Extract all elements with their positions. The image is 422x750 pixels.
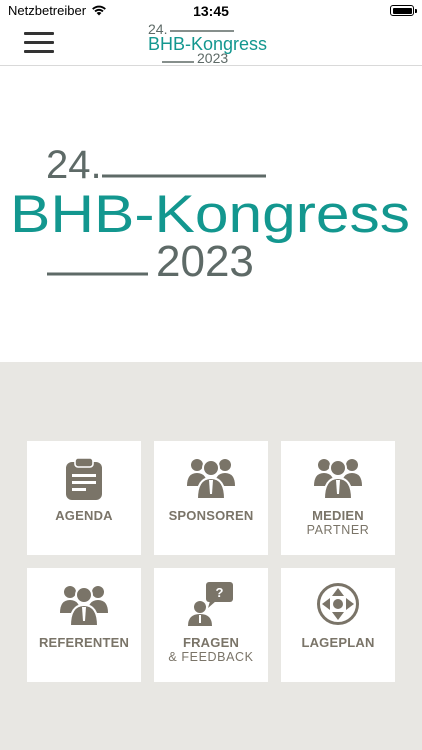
tile-fragen-label: FRAGEN [182, 635, 240, 650]
header-logo-line3: 2023 [197, 50, 228, 66]
tile-sponsoren-label: SPONSOREN [168, 508, 254, 523]
hero-banner: 24. BHB-Kongress 2023 [0, 66, 422, 362]
tile-referenten-label: REFERENTEN [38, 635, 130, 650]
navigation-bar: 24. BHB-Kongress 2023 [0, 21, 422, 66]
tile-agenda-label: AGENDA [55, 508, 113, 523]
tile-lageplan[interactable]: LAGEPLAN [281, 568, 395, 682]
people-group-icon [60, 586, 108, 627]
hero-logo-line3: 2023 [156, 237, 254, 286]
hero-logo-line2: BHB-Kongress [10, 185, 410, 244]
tile-referenten[interactable]: REFERENTEN [27, 568, 141, 682]
compass-icon [317, 583, 359, 625]
battery-icon [390, 5, 417, 16]
tile-medien-label: MEDIEN [312, 508, 364, 523]
tile-sponsoren[interactable]: SPONSOREN [154, 441, 268, 555]
app-screen: Netzbetreiber 13:45 24. BHB-Kongress 202… [0, 0, 422, 750]
tile-agenda[interactable]: AGENDA [27, 441, 141, 555]
svg-text:?: ? [216, 585, 224, 600]
hero-logo: 24. BHB-Kongress 2023 [10, 143, 410, 286]
hamburger-menu-icon[interactable] [24, 32, 54, 54]
hero-logo-line1: 24. [46, 143, 102, 187]
tile-fragen-sublabel: & FEEDBACK [168, 650, 254, 664]
tile-lageplan-label: LAGEPLAN [301, 635, 375, 650]
question-bubble-icon: ? [188, 582, 233, 626]
header-logo: 24. BHB-Kongress 2023 [148, 21, 267, 66]
clock: 13:45 [193, 3, 229, 19]
tile-fragen-feedback[interactable]: ? FRAGEN & FEEDBACK [154, 568, 268, 682]
tile-medien-partner[interactable]: MEDIEN PARTNER [281, 441, 395, 555]
people-group-icon [314, 459, 362, 500]
tile-medien-sublabel: PARTNER [306, 523, 370, 537]
clipboard-icon [66, 457, 102, 500]
people-group-icon [187, 459, 235, 500]
